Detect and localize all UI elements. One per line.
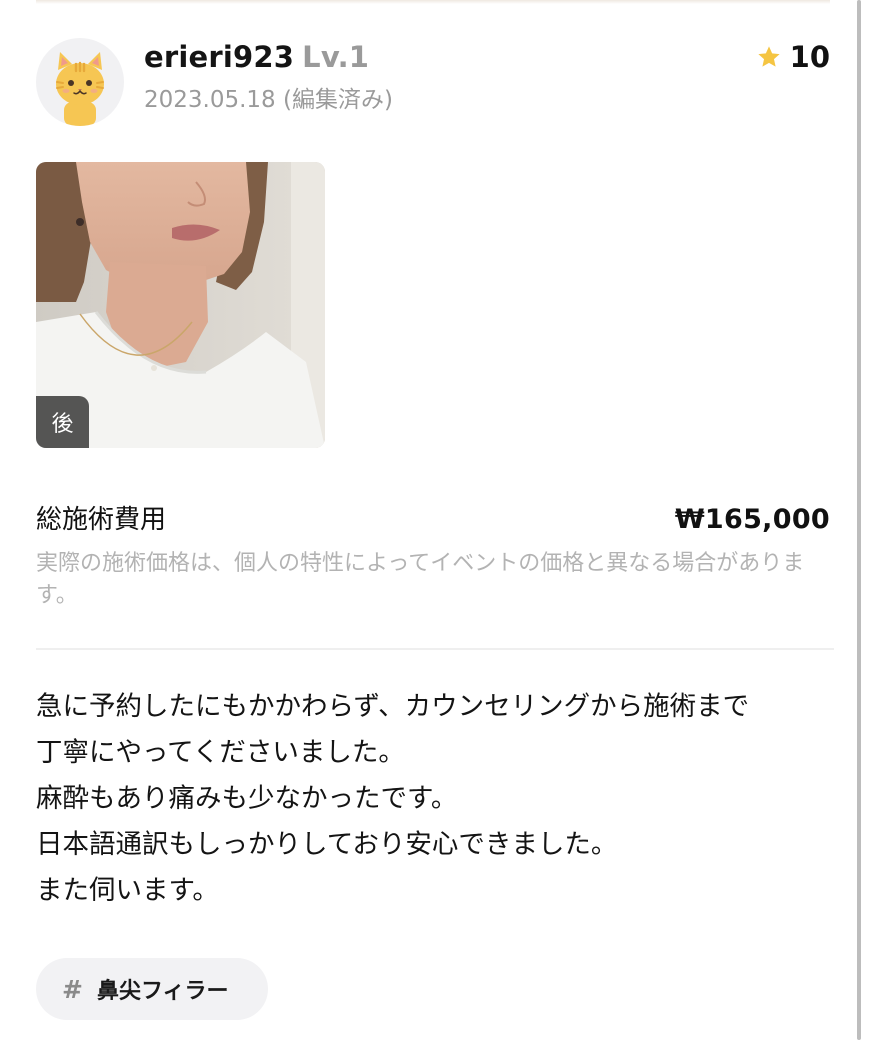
cost-disclaimer: 実際の施術価格は、個人の特性によってイベントの価格と異なる場合があります。 [36,551,805,608]
rating: 10 [756,38,830,76]
treatment-tag-label: 鼻尖フィラー [96,979,229,1004]
review-line: また伺います。 [36,875,219,906]
username-line: erieri923 Lv.1 [144,38,369,76]
review-line: 丁寧にやってくださいました。 [36,737,405,768]
review-line: 麻酔もあり痛みも少なかったです。 [36,783,458,814]
treatment-tag-chip[interactable]: # 鼻尖フィラー [36,958,268,1020]
total-cost-value: ₩165,000 [674,504,830,535]
username[interactable]: erieri923 [144,40,294,74]
star-icon [758,46,780,67]
cat-avatar-icon[interactable] [36,38,124,126]
total-cost-label: 総施術費用 [36,505,167,535]
review-date: 2023.05.18 (編集済み) [144,87,393,113]
top-divider-shadow [36,0,830,4]
review-line: 急に予約したにもかかわらず、カウンセリングから施術まで [36,691,750,722]
after-photo[interactable]: 後 [36,162,325,448]
hash-icon: # [62,974,83,1004]
scrollbar[interactable] [857,0,861,1040]
review-body: 急に予約したにもかかわらず、カウンセリングから施術まで 丁寧にやってくださいまし… [36,684,836,914]
divider [36,648,834,650]
after-badge: 後 [36,396,89,448]
user-level: Lv.1 [302,40,370,74]
review-page: erieri923 Lv.1 2023.05.18 (編集済み) 10 後 総施… [0,0,870,1052]
review-line: 日本語通訳もしっかりしており安心できました。 [36,829,618,860]
rating-score: 10 [789,40,830,74]
